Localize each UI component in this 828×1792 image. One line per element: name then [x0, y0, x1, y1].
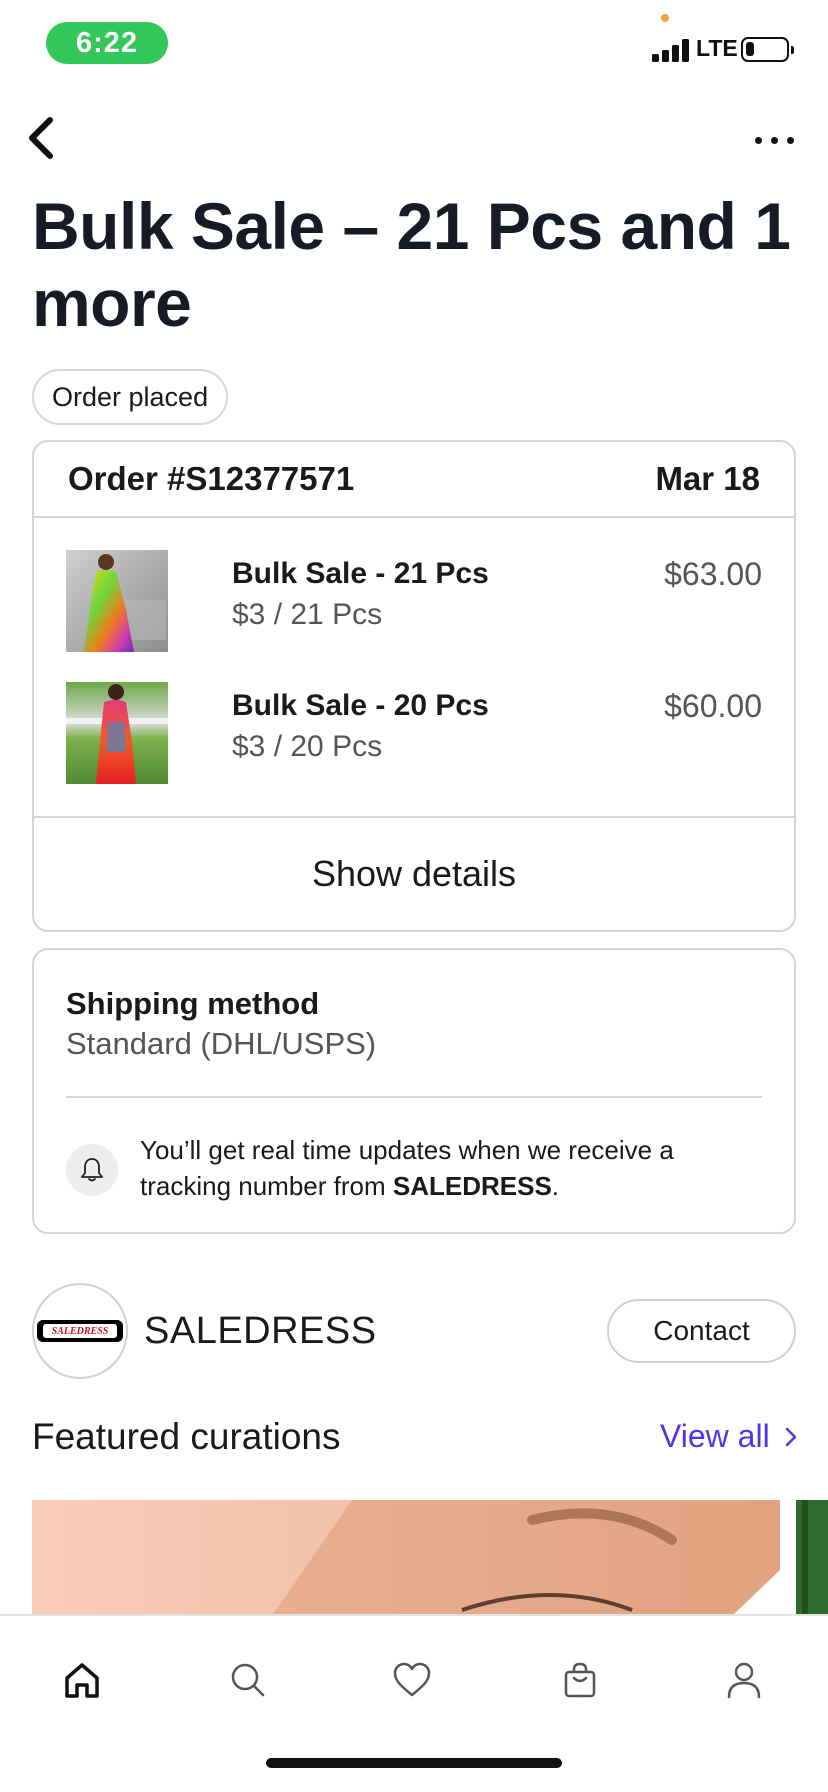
order-summary-card: Order #S12377571 Mar 18 Bulk Sale - 21 P…: [32, 440, 796, 932]
shopping-bag-icon: [564, 1662, 596, 1698]
tracking-notice: You’ll get real time updates when we rec…: [140, 1132, 760, 1204]
tab-favorites[interactable]: [382, 1650, 442, 1710]
seller-logo-mark: SALEDRESS: [37, 1320, 123, 1342]
more-dot: [754, 136, 762, 144]
product-thumbnail[interactable]: [66, 550, 168, 652]
curation-image-eye-closeup: [32, 1500, 780, 1616]
show-details-button[interactable]: Show details: [34, 816, 794, 930]
bell-icon: [81, 1158, 103, 1182]
view-all-link[interactable]: View all: [660, 1418, 798, 1455]
view-all-label: View all: [660, 1418, 770, 1454]
item-total-price: $60.00: [664, 688, 762, 724]
featured-curations-title: Featured curations: [32, 1416, 341, 1457]
item-name: Bulk Sale - 21 Pcs: [232, 557, 489, 590]
curation-card-image[interactable]: [32, 1500, 780, 1616]
tracking-notice-seller: SALEDRESS: [392, 1171, 552, 1201]
item-unit-price: $3 / 21 Pcs: [232, 598, 383, 631]
battery-icon: [741, 37, 794, 62]
more-dot: [770, 136, 778, 144]
more-options-button[interactable]: [750, 126, 798, 154]
more-dot: [786, 136, 794, 144]
shipping-method-title: Shipping method: [66, 986, 320, 1021]
chevron-right-icon: [785, 1427, 796, 1446]
shipping-method-value: Standard (DHL/USPS): [66, 1026, 377, 1061]
shipping-method-card: Shipping method Standard (DHL/USPS) You’…: [32, 948, 796, 1234]
tracking-notice-end: .: [551, 1171, 560, 1201]
heart-icon: [393, 1662, 431, 1697]
cellular-signal-icon: [652, 38, 690, 62]
status-bar: 6:22 LTE: [0, 0, 828, 90]
order-item[interactable]: Bulk Sale - 21 Pcs $3 / 21 Pcs $63.00: [66, 550, 762, 652]
item-unit-price: $3 / 20 Pcs: [232, 730, 383, 763]
tab-home[interactable]: [52, 1650, 112, 1710]
status-time[interactable]: 6:22: [46, 22, 168, 64]
back-button[interactable]: [22, 110, 62, 166]
order-status-badge: Order placed: [32, 369, 229, 425]
product-thumbnail[interactable]: [66, 682, 168, 784]
seller-name[interactable]: SALEDRESS: [144, 1310, 377, 1353]
network-type: LTE: [696, 35, 738, 61]
home-indicator[interactable]: [266, 1758, 562, 1768]
seller-logo-text: SALEDRESS: [43, 1324, 117, 1338]
tab-profile[interactable]: [714, 1650, 774, 1710]
notification-icon-container: [66, 1144, 118, 1196]
order-item[interactable]: Bulk Sale - 20 Pcs $3 / 20 Pcs $60.00: [66, 682, 762, 784]
order-header: Order #S12377571 Mar 18: [34, 442, 794, 518]
home-icon: [65, 1663, 99, 1698]
privacy-indicator-dot: [661, 14, 669, 22]
search-icon: [231, 1663, 265, 1697]
curation-image-green: [796, 1500, 828, 1616]
item-total-price: $63.00: [664, 556, 762, 592]
product-image-tiedye-dress: [66, 550, 168, 652]
seller-logo[interactable]: SALEDRESS: [32, 1283, 128, 1379]
order-number: Order #S12377571: [68, 460, 355, 497]
contact-seller-button[interactable]: Contact: [607, 1299, 796, 1363]
item-name: Bulk Sale - 20 Pcs: [232, 689, 489, 722]
page-title: Bulk Sale – 21 Pcs and 1 more: [32, 189, 791, 340]
tab-orders[interactable]: [550, 1650, 610, 1710]
profile-icon: [727, 1662, 761, 1699]
tab-search[interactable]: [218, 1650, 278, 1710]
product-image-colorful-dress: [66, 682, 168, 784]
curation-card-image[interactable]: [796, 1500, 828, 1616]
divider: [66, 1096, 762, 1098]
battery-level: [746, 42, 754, 56]
chevron-left-icon: [29, 117, 53, 159]
order-date: Mar 18: [655, 460, 760, 497]
